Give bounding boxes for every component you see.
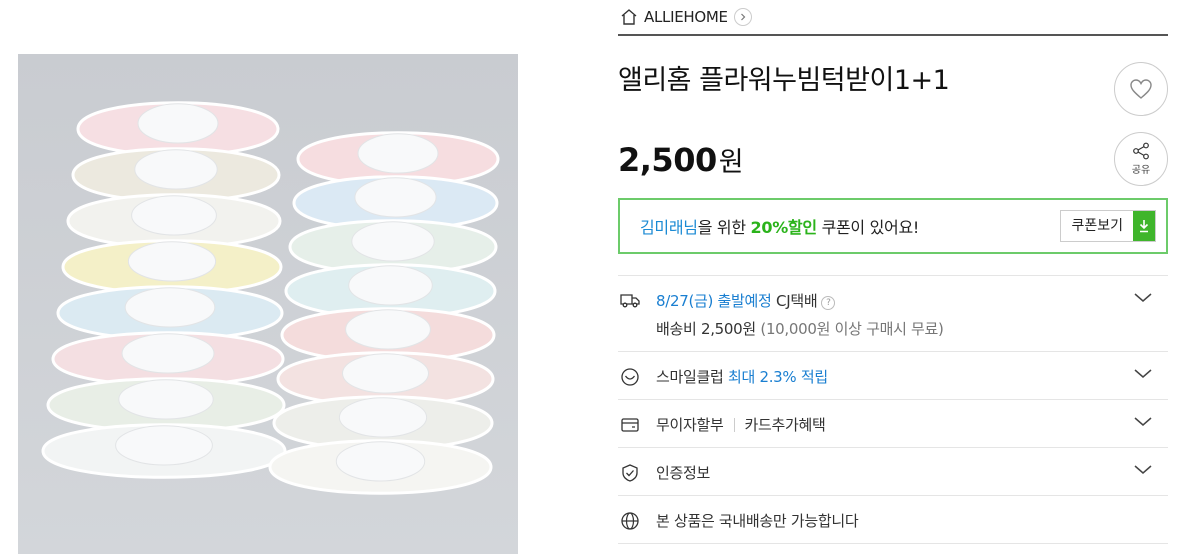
chevron-down-icon[interactable]: [1134, 368, 1152, 380]
coupon-text: 을 위한: [697, 218, 751, 237]
bib-neck: [342, 353, 429, 394]
coupon-view-button[interactable]: 쿠폰보기: [1060, 210, 1156, 242]
help-icon[interactable]: ?: [821, 296, 836, 310]
delivery-row[interactable]: 8/27(금) 출발예정 CJ택배? 배송비 2,500원 (10,000원 이…: [618, 276, 1168, 352]
bib-neck: [124, 287, 216, 328]
store-name-link[interactable]: ALLIEHOME: [644, 8, 728, 26]
shipping-scope-label: 본 상품은 국내배송만 가능합니다: [656, 512, 859, 530]
installment-line: 무이자할부 카드추가혜택: [656, 414, 826, 435]
home-icon[interactable]: [620, 8, 638, 26]
bib-neck: [137, 103, 219, 144]
delivery-fee-line: 배송비 2,500원 (10,000원 이상 구매시 무료): [656, 318, 944, 339]
price: 2,500 원: [618, 140, 744, 179]
bib-neck: [131, 195, 217, 236]
product-title: 앨리홈 플라워누빔턱받이1+1: [618, 65, 950, 96]
delivery-date: 8/27(금) 출발예정: [656, 292, 772, 310]
bib-neck: [127, 241, 217, 282]
smileclub-benefit: 최대 2.3% 적립: [727, 368, 828, 386]
product-info: ALLIEHOME 앨리홈 플라워누빔턱받이1+1 공유 2,500 원 김미래…: [618, 0, 1168, 544]
bib-neck: [345, 309, 431, 350]
price-value: 2,500: [618, 141, 717, 179]
chevron-down-icon[interactable]: [1134, 292, 1152, 304]
bib-neck: [121, 333, 215, 374]
bib-neck: [348, 265, 433, 306]
installment-row[interactable]: 무이자할부 카드추가혜택: [618, 400, 1168, 448]
shipping-scope-row: 본 상품은 국내배송만 가능합니다: [618, 496, 1168, 544]
bib-neck: [354, 177, 437, 218]
coupon-message: 김미래님을 위한 20%할인 쿠폰이 있어요!: [640, 214, 919, 238]
bib-neck: [338, 397, 428, 438]
bib-neck: [335, 441, 426, 482]
chevron-down-icon[interactable]: [1134, 416, 1152, 428]
bib-neck: [134, 149, 218, 190]
coupon-discount: 20%할인: [750, 218, 818, 237]
smileclub-label: 스마일클럽: [656, 368, 724, 386]
certification-row[interactable]: 인증정보: [618, 448, 1168, 496]
download-icon: [1133, 211, 1155, 241]
like-button[interactable]: [1114, 62, 1168, 116]
delivery-fee-note: (10,000원 이상 구매시 무료): [760, 320, 944, 338]
bib-neck: [118, 379, 214, 420]
share-label: 공유: [1131, 165, 1151, 176]
product-image[interactable]: [18, 54, 518, 554]
coupon-banner: 김미래님을 위한 20%할인 쿠폰이 있어요! 쿠폰보기: [618, 198, 1168, 254]
info-rows: 8/27(금) 출발예정 CJ택배? 배송비 2,500원 (10,000원 이…: [618, 275, 1168, 544]
heart-icon: [1130, 79, 1152, 99]
chevron-right-icon[interactable]: [733, 8, 752, 26]
truck-icon: [620, 294, 640, 308]
smileclub-line: 스마일클럽 최대 2.3% 적립: [656, 366, 828, 387]
delivery-fee: 배송비 2,500원: [656, 320, 756, 338]
card-icon: [621, 418, 639, 432]
coupon-user-name: 김미래님: [640, 218, 698, 237]
smile-icon: [621, 368, 639, 386]
bib-neck: [351, 221, 435, 262]
shield-check-icon: [622, 464, 638, 482]
bib-neck: [357, 133, 439, 174]
share-button[interactable]: 공유: [1114, 132, 1168, 186]
coupon-text-tail: 쿠폰이 있어요!: [816, 218, 920, 237]
certification-label: 인증정보: [656, 464, 711, 482]
delivery-date-line: 8/27(금) 출발예정 CJ택배?: [656, 290, 836, 311]
card-benefit-label: 카드추가혜택: [744, 416, 826, 434]
coupon-view-label: 쿠폰보기: [1071, 218, 1123, 234]
bib-neck: [115, 425, 213, 466]
chevron-down-icon[interactable]: [1134, 464, 1152, 476]
delivery-carrier: CJ택배: [776, 292, 818, 310]
price-unit: 원: [718, 147, 744, 178]
store-row: ALLIEHOME: [618, 0, 1168, 36]
globe-icon: [621, 512, 639, 530]
smileclub-row[interactable]: 스마일클럽 최대 2.3% 적립: [618, 352, 1168, 400]
share-icon: [1133, 142, 1149, 160]
installment-label: 무이자할부: [656, 416, 724, 434]
divider: [733, 418, 735, 432]
